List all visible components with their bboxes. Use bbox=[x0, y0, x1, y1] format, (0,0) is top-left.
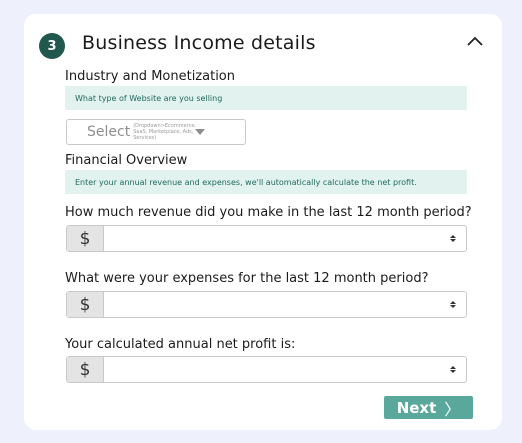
currency-prefix: $ bbox=[67, 357, 104, 382]
currency-prefix: $ bbox=[67, 226, 104, 251]
select-label: Select bbox=[87, 124, 131, 140]
spinner-down-icon bbox=[450, 305, 456, 308]
collapse-button[interactable] bbox=[462, 28, 488, 54]
revenue-input[interactable] bbox=[104, 226, 440, 251]
step-number-badge: 3 bbox=[39, 33, 65, 59]
revenue-question: How much revenue did you make in the las… bbox=[65, 205, 472, 220]
business-income-card: 3 Business Income details Industry and M… bbox=[24, 14, 502, 430]
net-profit-field: $ bbox=[66, 356, 467, 383]
net-profit-input[interactable] bbox=[104, 357, 440, 382]
expenses-field: $ bbox=[66, 291, 467, 318]
section-title: Business Income details bbox=[82, 32, 316, 54]
website-type-select[interactable]: Select (Dropdown>Ecommerce, SaaS, Market… bbox=[66, 119, 246, 145]
financial-hint: Enter your annual revenue and expenses, … bbox=[65, 170, 467, 194]
net-profit-question: Your calculated annual net profit is: bbox=[65, 337, 296, 352]
financial-heading: Financial Overview bbox=[65, 153, 188, 168]
spinner-down-icon bbox=[450, 370, 456, 373]
spinner-up-icon bbox=[450, 366, 456, 369]
industry-hint: What type of Website are you selling bbox=[65, 86, 467, 110]
spinner-up-icon bbox=[450, 301, 456, 304]
spinner-up-icon bbox=[450, 235, 456, 238]
next-label: Next bbox=[396, 398, 437, 417]
chevron-up-icon bbox=[467, 36, 483, 46]
currency-prefix: $ bbox=[67, 292, 104, 317]
number-spinner[interactable] bbox=[440, 292, 466, 317]
dropdown-caret-icon bbox=[195, 129, 206, 135]
number-spinner[interactable] bbox=[440, 357, 466, 382]
chevron-right-icon: 〉 bbox=[444, 399, 461, 419]
expenses-input[interactable] bbox=[104, 292, 440, 317]
revenue-field: $ bbox=[66, 225, 467, 252]
industry-heading: Industry and Monetization bbox=[65, 69, 236, 84]
number-spinner[interactable] bbox=[440, 226, 466, 251]
spinner-down-icon bbox=[450, 239, 456, 242]
next-button[interactable]: Next 〉 bbox=[384, 396, 473, 419]
expenses-question: What were your expenses for the last 12 … bbox=[65, 271, 429, 286]
select-options-hint: (Dropdown>Ecommerce, SaaS, Marketplace, … bbox=[133, 123, 197, 141]
